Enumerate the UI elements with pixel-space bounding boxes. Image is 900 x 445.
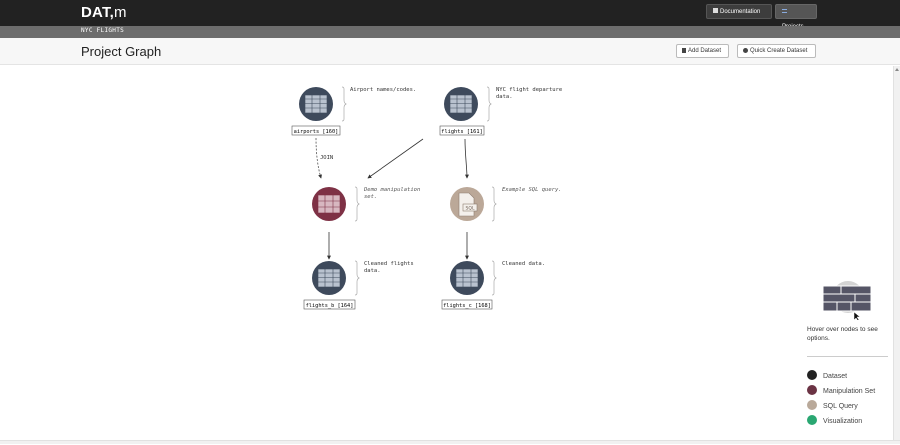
graph-canvas: JOIN Airport names/codes. airports [160] [291,86,562,310]
breadcrumb: NYC FLIGHTS [0,26,900,38]
quick-create-dataset-button[interactable]: Quick Create Dataset [737,44,816,58]
node-sql[interactable]: SQL Example SQL query. [450,186,562,222]
node-airports[interactable]: Airport names/codes. airports [160] [291,86,416,136]
legend-dot [807,400,817,410]
vertical-scrollbar[interactable] [893,66,900,440]
breadcrumb-project[interactable]: NYC FLIGHTS [81,27,124,34]
list-icon [782,9,787,13]
legend-item-dataset: Dataset [807,370,847,381]
book-icon [713,8,718,13]
projects-button[interactable]: Projects [775,4,817,30]
brand-main: DAT, [81,4,115,21]
legend-hint-text: Hover over nodes to see options. [807,326,878,342]
desc-brace [354,186,360,222]
table-icon [304,94,328,114]
table-icon [317,268,341,288]
table-hint-icon [822,285,872,312]
top-navbar: DAT,m Documentation Projects [0,0,900,30]
desc-brace [341,86,347,122]
brand-sub: m [114,4,127,21]
legend-item-visualization: Visualization [807,415,862,426]
upload-icon [682,48,686,53]
legend-dot [807,370,817,380]
add-dataset-label: Add Dataset [688,48,722,54]
sql-icon-text: SQL [466,206,475,212]
graph-legend-panel: Hover over nodes to see options. Dataset… [807,280,892,430]
edge-flights-sql [464,138,469,179]
node-flights-c[interactable]: Cleaned data. flights_c [168] [441,260,545,310]
legend-dot [807,385,817,395]
node-label-flights: flights [161] [441,129,482,135]
legend-label: Manipulation Set [823,388,876,395]
brand-logo[interactable]: DAT,m [81,4,127,21]
node-desc-flights-2: data. [496,94,513,100]
node-desc-sql-1: Example SQL query. [502,187,562,193]
table-icon [455,268,479,288]
node-desc-flightsb-2: data. [364,268,381,274]
plus-circle-icon [743,48,748,53]
desc-brace [491,260,497,296]
legend-item-sql: SQL Query [807,400,858,411]
node-desc-airports-1: Airport names/codes. [350,87,416,93]
quick-create-label: Quick Create Dataset [750,48,808,54]
node-desc-manip-2: set. [364,194,377,200]
edge-flights-manip [367,138,424,179]
node-desc-flights-1: NYC flight departure [496,87,562,93]
desc-brace [491,186,497,222]
node-label-flights-c: flights_c [168] [443,303,491,309]
table-icon [449,94,473,114]
scroll-up-icon[interactable] [895,68,899,71]
legend-label: Dataset [823,373,848,380]
documentation-button[interactable]: Documentation [706,4,772,19]
add-dataset-button[interactable]: Add Dataset [676,44,729,58]
edge-join-label: JOIN [320,155,333,161]
hover-hint-graphic [822,281,872,320]
legend-item-manipulation: Manipulation Set [807,385,875,396]
horizontal-scrollbar[interactable] [0,440,900,444]
legend-dot [807,415,817,425]
project-graph: JOIN Airport names/codes. airports [160] [0,66,893,440]
manipulation-icon [317,194,341,214]
cursor-icon [853,311,861,320]
node-desc-manip-1: Demo manipulation [363,187,420,193]
legend-divider [807,356,888,357]
desc-brace [486,86,492,122]
node-flights[interactable]: NYC flight departure data. flights [161] [439,86,562,136]
node-manipulation[interactable]: Demo manipulation set. [312,186,420,222]
node-label-airports: airports [160] [294,129,339,135]
page-header: Project Graph Add Dataset Quick Create D… [0,38,900,65]
node-label-flights-b: flights_b [164] [306,303,354,309]
legend-label: Visualization [823,418,863,425]
node-flights-b[interactable]: Cleaned flights data. flights_b [164] [303,260,414,310]
desc-brace [354,260,360,296]
node-desc-flightsc-1: Cleaned data. [502,261,545,267]
page-title: Project Graph [81,44,162,59]
legend-label: SQL Query [823,403,858,410]
documentation-label: Documentation [720,9,761,15]
node-desc-flightsb-1: Cleaned flights [364,261,414,267]
